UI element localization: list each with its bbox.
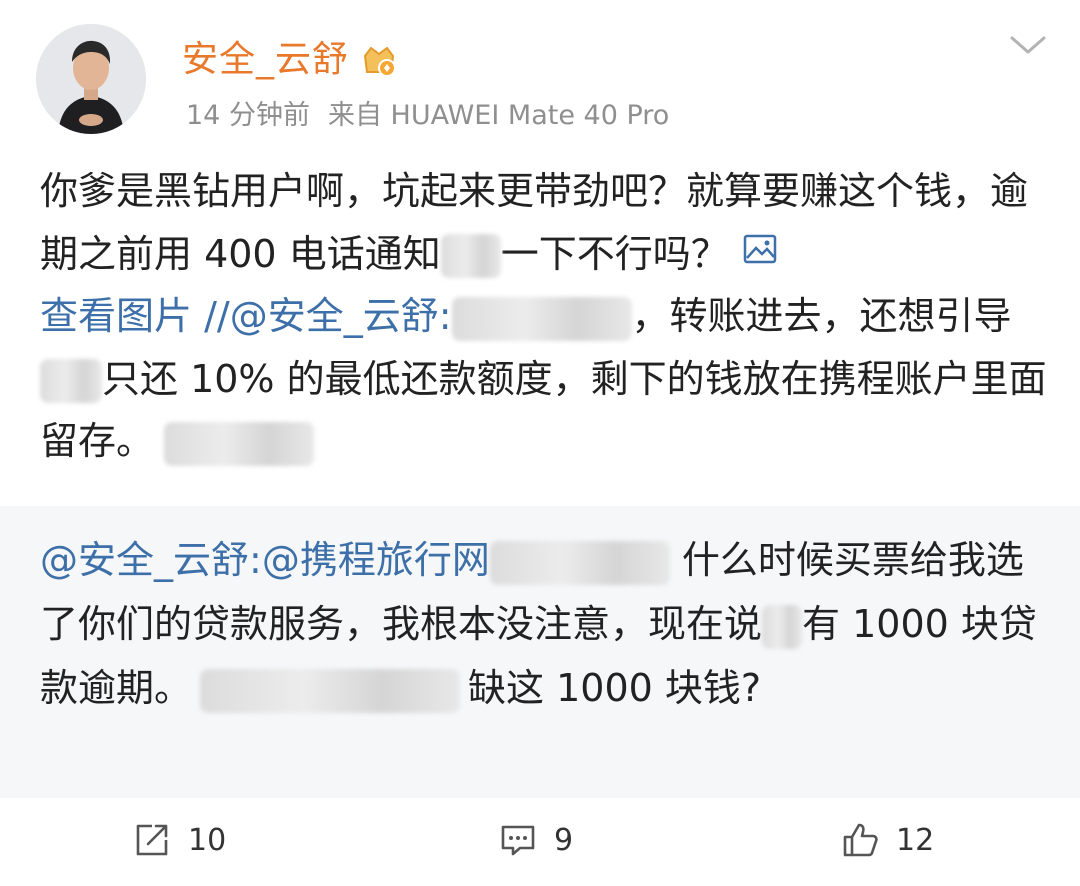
redacted-text xyxy=(762,604,803,649)
comment-button[interactable]: 9 xyxy=(498,820,573,860)
redacted-text xyxy=(451,296,632,341)
repost-mention-link[interactable]: //@安全_云舒: xyxy=(204,294,451,338)
quote-mention-link[interactable]: @安全_云舒 xyxy=(40,538,249,582)
action-bar: 10 9 12 xyxy=(0,800,1080,886)
quote-text: 缺这 1000 块钱? xyxy=(468,666,762,710)
username[interactable]: 安全_云舒 xyxy=(182,36,349,84)
redacted-text xyxy=(489,540,670,585)
avatar[interactable] xyxy=(36,24,146,134)
image-icon[interactable] xyxy=(743,234,777,264)
redacted-text xyxy=(164,421,315,466)
repost-count: 10 xyxy=(188,822,227,858)
post-body: 你爹是黑钻用户啊，坑起来更带劲吧？就算要赚这个钱，逾期之前用 400 电话通知一… xyxy=(40,160,1050,473)
thumbs-up-icon xyxy=(843,823,878,857)
redacted-text xyxy=(40,359,102,403)
quoted-post-text: @安全_云舒:@携程旅行网 什么时候买票给我选了你们的贷款服务，我根本没注意，现… xyxy=(40,528,1050,720)
redacted-text xyxy=(200,668,461,713)
post-source: 来自 HUAWEI Mate 40 Pro xyxy=(327,100,670,131)
avatar-image xyxy=(36,24,146,134)
post-header: 安全_云舒 14 分钟前 来自 HUAWEI Mate 40 Pro xyxy=(0,0,1080,150)
quote-mention-link[interactable]: :@携程旅行网 xyxy=(249,538,490,582)
comment-count: 9 xyxy=(554,822,574,858)
like-count: 12 xyxy=(896,822,935,858)
post-text: ，转账进去，还想引导 xyxy=(631,294,1012,338)
repost-button[interactable]: 10 xyxy=(132,820,226,860)
like-button[interactable]: 12 xyxy=(840,820,934,860)
chevron-down-icon[interactable] xyxy=(1008,34,1048,58)
share-icon xyxy=(136,824,168,856)
comment-icon xyxy=(501,825,535,856)
post-text: 一下不行吗？ xyxy=(500,231,729,276)
vip-badge-icon[interactable] xyxy=(361,42,397,78)
post-time: 14 分钟前 xyxy=(186,100,310,131)
redacted-text xyxy=(440,234,501,278)
quoted-post[interactable]: @安全_云舒:@携程旅行网 什么时候买票给我选了你们的贷款服务，我根本没注意，现… xyxy=(0,506,1080,798)
view-image-link[interactable]: 查看图片 xyxy=(40,294,192,338)
post-meta: 14 分钟前 来自 HUAWEI Mate 40 Pro xyxy=(186,96,669,136)
